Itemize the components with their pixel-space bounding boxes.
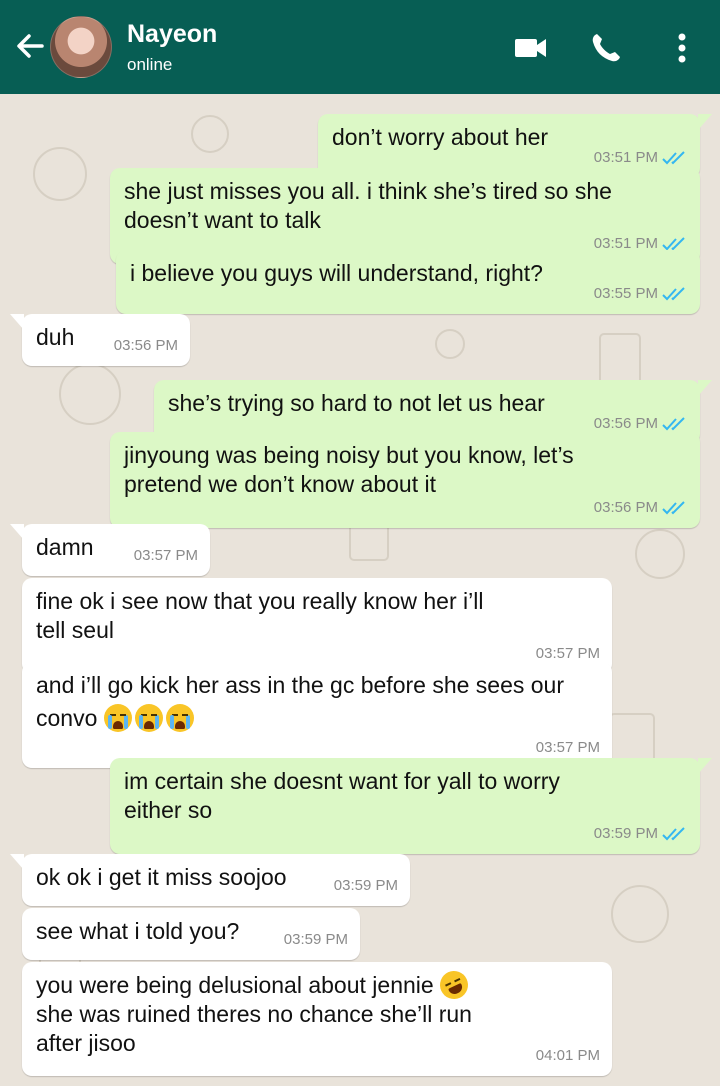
message-bubble-outgoing[interactable]: im certain she doesnt want for yall to w… xyxy=(110,758,712,854)
message-text-line: tell seul xyxy=(36,617,114,643)
more-options-icon[interactable] xyxy=(662,28,702,68)
message-text-line: im certain she doesnt want for yall to w… xyxy=(124,768,560,794)
message-text-line: fine ok i see now that you really know h… xyxy=(36,588,484,614)
read-receipt-icon xyxy=(662,416,685,430)
message-text-line: she was ruined theres no chance she’ll r… xyxy=(36,1001,472,1027)
back-arrow-icon[interactable] xyxy=(10,26,50,66)
rolling-on-the-floor-laughing-emoji xyxy=(435,966,473,1004)
contact-status: online xyxy=(127,55,173,74)
loudly-crying-face-emoji xyxy=(134,704,163,732)
loudly-crying-face-emoji xyxy=(165,704,194,732)
message-bubble-outgoing[interactable]: i believe you guys will understand, righ… xyxy=(116,250,700,314)
video-call-icon[interactable] xyxy=(510,28,550,68)
read-receipt-icon xyxy=(662,500,685,514)
message-time: 03:59 PM xyxy=(593,825,658,842)
chat-header: Nayeon online xyxy=(0,0,720,94)
message-bubble-incoming[interactable]: you were being delusional about jennie s… xyxy=(22,962,612,1076)
message-text-line: convo xyxy=(36,705,98,731)
message-time: 03:59 PM xyxy=(333,877,398,894)
message-bubble-incoming[interactable]: ok ok i get it miss soojoo 03:59 PM xyxy=(10,854,410,906)
read-receipt-icon xyxy=(662,826,685,840)
message-bubble-outgoing[interactable]: jinyoung was being noisy but you know, l… xyxy=(110,432,700,528)
message-bubble-incoming[interactable]: damn 03:57 PM xyxy=(10,524,210,576)
message-bubble-incoming[interactable]: and i’ll go kick her ass in the gc befor… xyxy=(22,662,612,768)
message-time: 03:55 PM xyxy=(593,285,658,302)
loudly-crying-face-emoji xyxy=(103,704,132,732)
message-text-line: you were being delusional about jennie xyxy=(36,972,434,998)
read-receipt-icon xyxy=(662,286,685,300)
message-text-line: after jisoo xyxy=(36,1030,136,1056)
contact-name[interactable]: Nayeon xyxy=(127,20,217,49)
chat-area[interactable]: don’t worry about her 03:51 PM she just … xyxy=(0,94,720,1086)
message-time: 04:01 PM xyxy=(535,1047,600,1064)
message-time: 03:56 PM xyxy=(113,337,178,354)
read-receipt-icon xyxy=(662,150,685,164)
message-bubble-incoming[interactable]: see what i told you? 03:59 PM xyxy=(22,908,360,960)
message-time: 03:56 PM xyxy=(593,499,658,516)
message-text-line: jinyoung was being noisy but you know, l… xyxy=(124,442,574,468)
message-time: 03:59 PM xyxy=(283,931,348,948)
message-text-line: and i’ll go kick her ass in the gc befor… xyxy=(36,672,565,698)
message-bubble-incoming[interactable]: duh 03:56 PM xyxy=(10,314,190,366)
message-time: 03:57 PM xyxy=(133,547,198,564)
message-text-line: she just misses you all. i think she’s t… xyxy=(124,178,612,204)
message-bubble-incoming[interactable]: fine ok i see now that you really know h… xyxy=(22,578,612,674)
phone-call-icon[interactable] xyxy=(586,28,626,68)
avatar[interactable] xyxy=(50,16,112,78)
